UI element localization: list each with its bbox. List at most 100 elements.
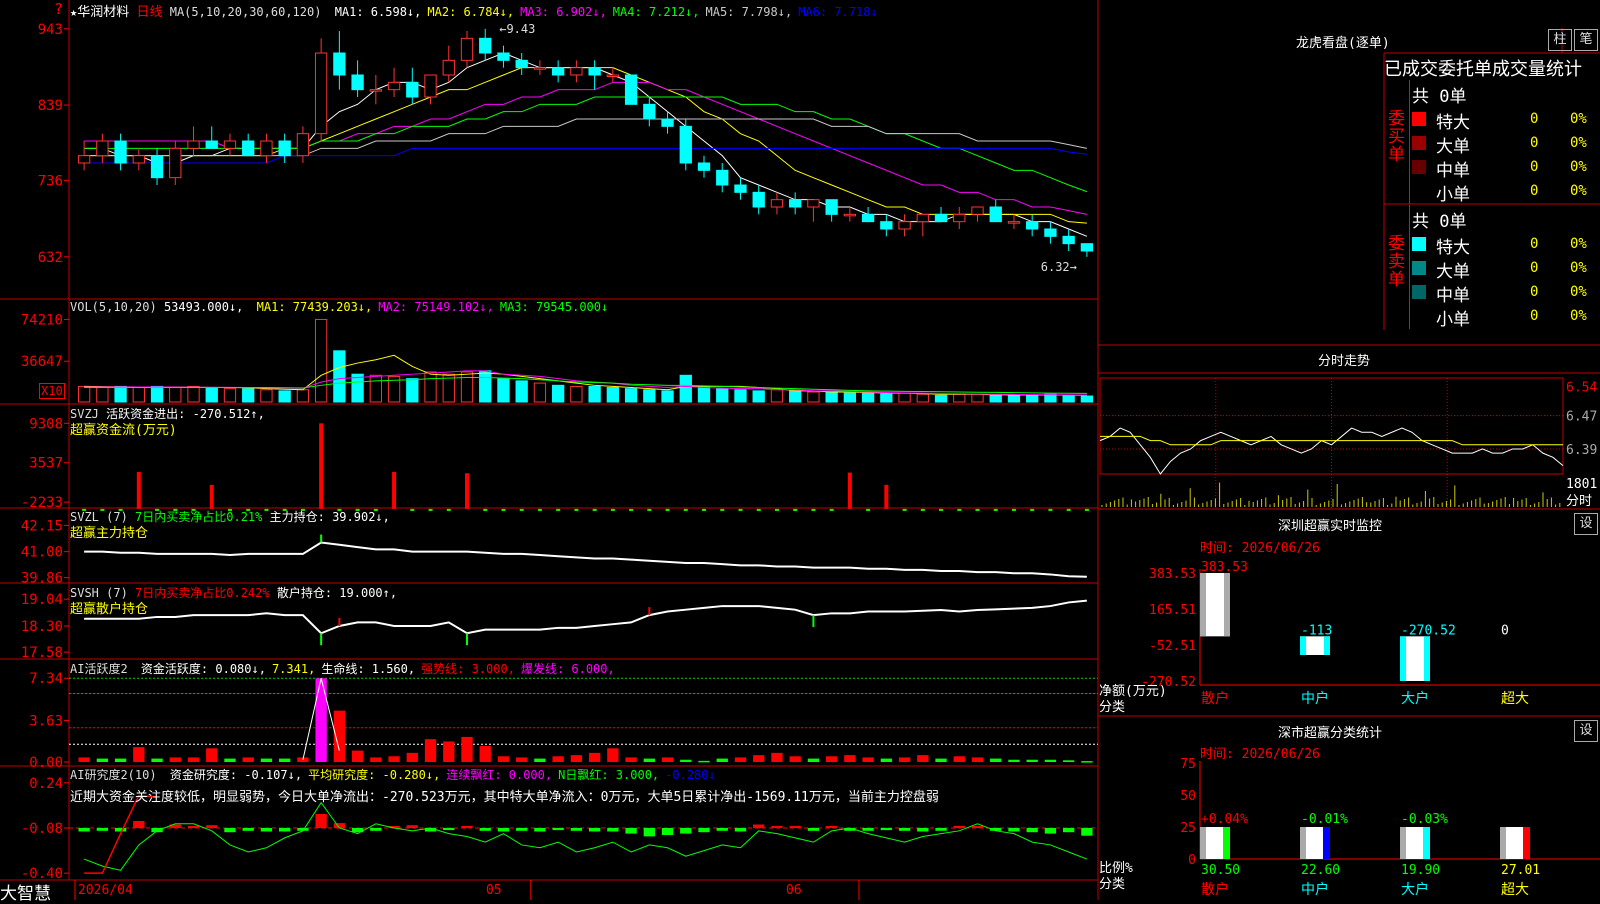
ai1-bar	[607, 748, 619, 762]
candle-body	[588, 67, 601, 76]
classify-value-label: 27.01	[1501, 863, 1540, 878]
ma-item: MA6: 7.718↓	[798, 5, 878, 19]
candle-body	[351, 74, 364, 91]
candle-body	[96, 140, 109, 157]
ai1-header: AI活跃度2 资金活跃度: 0.080↓, 7.341, 生命线: 1.560, 强势…	[70, 660, 615, 677]
volume-bar	[807, 391, 820, 403]
ai2-header: AI研究度2(10) 资金研究度: -0.107↓, 平均研究度: -0.280↓…	[70, 766, 716, 783]
period-label[interactable]: 日线	[136, 5, 162, 20]
candle-body	[570, 67, 583, 76]
ai2-bar	[461, 825, 473, 828]
ai2-bar	[680, 828, 692, 834]
ai1-bar	[534, 758, 546, 762]
volume-bar	[351, 373, 364, 403]
volume-bar	[679, 374, 692, 403]
monitor-settings-button[interactable]: 设	[1574, 513, 1598, 535]
ai2-bar	[279, 828, 291, 832]
candle-body	[515, 59, 528, 69]
ai2-bar	[971, 826, 984, 828]
candle-body	[1062, 235, 1075, 245]
ai2-bar	[771, 826, 783, 828]
candle-body	[132, 155, 145, 164]
intraday-vol-unit: 分时	[1566, 494, 1592, 509]
sell-row-qty: 0	[1530, 260, 1539, 276]
ai1-bar	[388, 756, 400, 762]
ai1-bar	[898, 757, 911, 762]
y-tick-label: 9308	[29, 416, 63, 432]
bi-button[interactable]: 笔	[1574, 29, 1598, 51]
candle-body	[752, 191, 765, 208]
sell-side-char: 单	[1388, 270, 1405, 290]
ma-caption: MA(5,10,20,30,60,120)	[169, 5, 322, 19]
candle-body	[934, 213, 948, 223]
candle-body	[916, 213, 929, 223]
classify-bar-edge	[1300, 827, 1306, 859]
ai2-bar	[151, 828, 163, 833]
candle-body	[807, 199, 820, 208]
svzj-bar	[647, 508, 652, 511]
buy-side-label-box: 委买单	[1384, 80, 1410, 204]
zhu-button[interactable]: 柱	[1548, 29, 1572, 51]
monitor-y-label: 383.53	[1149, 567, 1196, 582]
ai1-bar	[370, 757, 382, 762]
y-tick-label: 18.30	[21, 619, 63, 635]
volume-bar	[205, 387, 218, 403]
vol-unit[interactable]: X10	[39, 383, 65, 399]
sell-row-qty: 0	[1530, 308, 1539, 324]
ai1-bar	[279, 758, 291, 762]
sell-row-pct: 0%	[1570, 308, 1587, 324]
volume-bar	[369, 374, 382, 403]
ma-item: MA2: 6.784↓,	[427, 5, 515, 19]
ai2-caption: AI研究度2(10)	[70, 768, 157, 782]
svzj-bar	[939, 508, 944, 511]
classify-title: 深市超赢分类统计	[1278, 726, 1383, 741]
ai2-bar	[807, 828, 820, 831]
candle-body	[679, 125, 692, 164]
ma-item: MA3: 6.902↓,	[520, 5, 607, 19]
stock-name[interactable]: 华润材料	[77, 5, 129, 20]
buy-row-qty: 0	[1530, 159, 1539, 175]
volume-bar	[96, 387, 109, 403]
ai2-bar	[534, 828, 546, 832]
sell-row-pct: 0%	[1570, 284, 1587, 300]
svzj-bar	[902, 508, 907, 511]
svsh-value2: 散户持仓: 19.000↑,	[276, 586, 398, 600]
classify-settings-button[interactable]: 设	[1574, 720, 1598, 742]
ai2-bar	[1081, 828, 1093, 836]
volume-bar	[752, 390, 765, 403]
y-tick-label: 0.24	[29, 776, 63, 792]
buy-row-qty: 0	[1530, 183, 1539, 199]
sell-color-swatch	[1412, 261, 1426, 275]
ai1-bar	[953, 756, 965, 762]
ai2-bar	[224, 828, 236, 833]
buy-color-swatch	[1412, 136, 1426, 150]
volume-bar	[971, 393, 984, 403]
buy-row-qty: 0	[1530, 135, 1539, 151]
monitor-category-label: 中户	[1301, 690, 1329, 707]
svzj-bar	[665, 508, 670, 511]
classify-category-label: 大户	[1401, 881, 1429, 898]
volume-bar	[406, 378, 419, 403]
svzj-bar	[847, 472, 852, 509]
ai2-item: -0.280↓	[665, 768, 716, 782]
y-tick-label: 19.04	[21, 592, 63, 608]
sell-row-name: 特大	[1436, 238, 1470, 258]
ai2-bar	[370, 828, 382, 831]
ai2-bar	[242, 828, 254, 831]
volume-bar	[789, 390, 802, 403]
volume-bar	[150, 385, 164, 403]
svzj-bar	[464, 473, 469, 509]
svzj-bar	[136, 471, 141, 509]
svzj-bar	[975, 508, 980, 511]
ai2-bar	[588, 828, 601, 832]
ai1-bar	[588, 752, 601, 762]
ai2-bar	[953, 825, 965, 828]
ai2-bar	[187, 825, 200, 828]
intraday-title: 分时走势	[1318, 354, 1371, 369]
svzj-bar	[1084, 508, 1089, 511]
y-tick-label: 74210	[21, 312, 63, 328]
ai1-bar	[844, 755, 856, 762]
sell-block: 委卖单 共 0单 特大 0 0% 大单 0 0% 中单 0 0% 小单 0 0%	[1384, 205, 1600, 330]
volume-bar	[953, 393, 966, 403]
candle-body	[205, 140, 218, 149]
